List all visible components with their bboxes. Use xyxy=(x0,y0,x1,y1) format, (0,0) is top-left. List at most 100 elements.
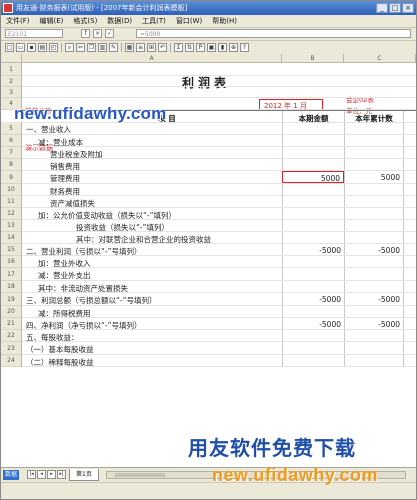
first-sheet-icon[interactable]: |◂ xyxy=(27,470,36,479)
ytd-amount-cell[interactable] xyxy=(344,184,404,195)
insert-column-icon[interactable]: ⊞ xyxy=(147,43,156,52)
row-header[interactable]: 6 xyxy=(1,135,22,147)
ytd-amount-cell[interactable]: -5000 xyxy=(344,244,404,255)
current-amount-cell[interactable] xyxy=(282,135,344,146)
current-amount-cell[interactable] xyxy=(282,196,344,207)
current-amount-cell[interactable]: 5000 xyxy=(282,171,344,183)
next-sheet-icon[interactable]: ▸ xyxy=(47,470,56,479)
row-header[interactable]: 3 xyxy=(1,87,22,98)
ytd-amount-cell[interactable] xyxy=(344,159,404,170)
row-header[interactable]: 7 xyxy=(1,147,22,159)
row-header[interactable]: 13 xyxy=(1,220,22,232)
row-header[interactable]: 21 xyxy=(1,318,22,330)
item-cell[interactable]: 其中：非流动资产处置损失 xyxy=(38,281,282,293)
ytd-amount-cell[interactable] xyxy=(344,306,404,317)
ytd-amount-cell[interactable] xyxy=(344,147,404,158)
row-header[interactable]: 24 xyxy=(1,355,22,367)
menu-format[interactable]: 格式(S) xyxy=(68,15,102,27)
item-cell[interactable]: （二）稀释每股收益 xyxy=(26,355,282,367)
row-header[interactable]: 19 xyxy=(1,293,22,306)
current-amount-cell[interactable] xyxy=(282,306,344,317)
item-cell[interactable]: 销售费用 xyxy=(50,159,282,171)
current-amount-cell[interactable]: -5000 xyxy=(282,318,344,329)
current-amount-cell[interactable] xyxy=(282,342,344,354)
corner-cell[interactable] xyxy=(1,54,22,63)
row-header[interactable]: 2 xyxy=(1,76,22,87)
chart-icon[interactable]: P xyxy=(196,43,205,52)
scrollbar-thumb[interactable] xyxy=(115,473,165,477)
menu-data[interactable]: 数据(D) xyxy=(102,15,137,27)
item-cell[interactable]: 四、净利润（净亏损以“-”号填列） xyxy=(26,318,282,330)
menu-edit[interactable]: 编辑(E) xyxy=(35,15,69,27)
item-cell[interactable]: 减：所得税费用 xyxy=(38,306,282,318)
ytd-amount-cell[interactable] xyxy=(344,208,404,219)
column-header-b[interactable]: B xyxy=(282,54,344,63)
item-cell[interactable] xyxy=(52,63,282,75)
cut-icon[interactable]: ✂ xyxy=(76,43,85,52)
sheet-tab-page1[interactable]: 第1页 xyxy=(69,469,99,481)
item-cell[interactable]: 加：营业外收入 xyxy=(38,256,282,268)
cancel-icon[interactable]: × xyxy=(93,29,102,38)
function-icon[interactable]: f xyxy=(81,29,90,38)
current-amount-cell[interactable] xyxy=(282,268,344,280)
minimize-icon[interactable]: _ xyxy=(376,3,388,13)
row-header[interactable]: 15 xyxy=(1,244,22,256)
ytd-amount-cell[interactable]: -5000 xyxy=(344,318,404,329)
current-amount-cell[interactable] xyxy=(282,232,344,243)
current-amount-cell[interactable] xyxy=(282,184,344,195)
current-amount-cell[interactable] xyxy=(282,330,344,341)
ytd-amount-cell[interactable] xyxy=(344,330,404,341)
row-header[interactable]: 1 xyxy=(1,63,22,76)
current-amount-cell[interactable] xyxy=(282,208,344,219)
sort-icon[interactable]: ⇅ xyxy=(185,43,194,52)
row-header[interactable]: 14 xyxy=(1,232,22,244)
ytd-amount-cell[interactable] xyxy=(344,256,404,267)
current-amount-cell[interactable]: -5000 xyxy=(282,293,344,305)
ytd-amount-cell[interactable] xyxy=(344,355,404,366)
sum-icon[interactable]: Σ xyxy=(174,43,183,52)
ytd-amount-cell[interactable] xyxy=(344,135,404,146)
row-header[interactable]: 10 xyxy=(1,184,22,196)
preview-icon[interactable]: ◰ xyxy=(49,43,58,52)
item-cell[interactable]: 减：营业成本 xyxy=(38,135,282,147)
ytd-amount-cell[interactable]: -5000 xyxy=(344,293,404,305)
item-cell[interactable] xyxy=(52,76,282,86)
picture-icon[interactable]: ▣ xyxy=(207,43,216,52)
menu-help[interactable]: 帮助(H) xyxy=(207,15,242,27)
row-header[interactable]: 17 xyxy=(1,268,22,281)
item-cell[interactable]: 财务费用 xyxy=(50,184,282,196)
ytd-amount-cell[interactable] xyxy=(344,220,404,231)
row-header[interactable]: 9 xyxy=(1,171,22,184)
item-cell[interactable]: 管理费用 xyxy=(50,171,282,183)
row-header[interactable]: 20 xyxy=(1,306,22,318)
item-cell[interactable]: 二、营业利润（亏损以“-”号填列） xyxy=(26,244,282,256)
bar-chart-icon[interactable]: ▮ xyxy=(218,43,227,52)
row-header[interactable]: 22 xyxy=(1,330,22,342)
current-amount-cell[interactable] xyxy=(282,220,344,231)
last-sheet-icon[interactable]: ▸| xyxy=(57,470,66,479)
paste-icon[interactable]: ▥ xyxy=(98,43,107,52)
item-cell[interactable]: 五、每股收益： xyxy=(26,330,282,342)
close-icon[interactable]: × xyxy=(402,3,414,13)
find-icon[interactable]: ⌕ xyxy=(65,43,74,52)
row-header[interactable]: 18 xyxy=(1,281,22,293)
help-icon[interactable]: ? xyxy=(240,43,249,52)
ytd-amount-cell[interactable] xyxy=(344,281,404,292)
save-icon[interactable]: ▪ xyxy=(27,43,36,52)
prev-sheet-icon[interactable]: ◂ xyxy=(37,470,46,479)
column-header-a[interactable]: A xyxy=(22,54,282,63)
row-header[interactable]: 12 xyxy=(1,208,22,220)
item-cell[interactable] xyxy=(52,87,282,97)
current-amount-cell[interactable]: -5000 xyxy=(282,244,344,255)
maximize-icon[interactable]: □ xyxy=(389,3,401,13)
row-header[interactable]: 16 xyxy=(1,256,22,268)
copy-icon[interactable]: ❐ xyxy=(87,43,96,52)
new-file-icon[interactable]: □ xyxy=(5,43,14,52)
item-cell[interactable]: 加：公允价值变动收益（损失以“-”填列） xyxy=(38,208,282,220)
menu-file[interactable]: 文件(F) xyxy=(1,15,35,27)
insert-row-icon[interactable]: ≡ xyxy=(136,43,145,52)
current-amount-cell[interactable] xyxy=(282,355,344,366)
undo-icon[interactable]: ↶ xyxy=(158,43,167,52)
open-folder-icon[interactable]: ▭ xyxy=(16,43,25,52)
current-amount-cell[interactable] xyxy=(282,256,344,267)
